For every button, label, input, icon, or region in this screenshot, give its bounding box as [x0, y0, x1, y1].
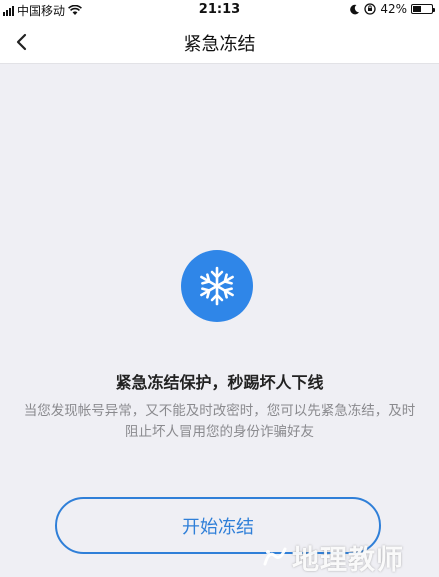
status-bar: 中国移动 21:13 42%	[0, 0, 439, 20]
headline: 紧急冻结保护，秒踢坏人下线	[115, 373, 324, 392]
description: 当您发现帐号异常，又不能及时改密时，您可以先紧急冻结，及时阻止坏人冒用您的身份诈…	[23, 403, 416, 440]
watermark-text: 地理教师	[292, 544, 404, 576]
navigation-bar: 紧急冻结	[0, 20, 439, 64]
orientation-lock-icon	[364, 3, 376, 15]
moon-icon	[350, 4, 360, 14]
freeze-icon-badge	[181, 250, 253, 322]
status-bar-right: 42%	[349, 2, 435, 16]
watermark: 地理教师	[262, 538, 439, 576]
battery-icon	[411, 4, 435, 14]
page-title: 紧急冻结	[183, 34, 256, 55]
snowflake-icon	[200, 266, 234, 306]
watermark-logo-icon	[263, 547, 287, 566]
battery-percent: 42%	[380, 2, 407, 16]
battery-fill	[413, 6, 421, 12]
